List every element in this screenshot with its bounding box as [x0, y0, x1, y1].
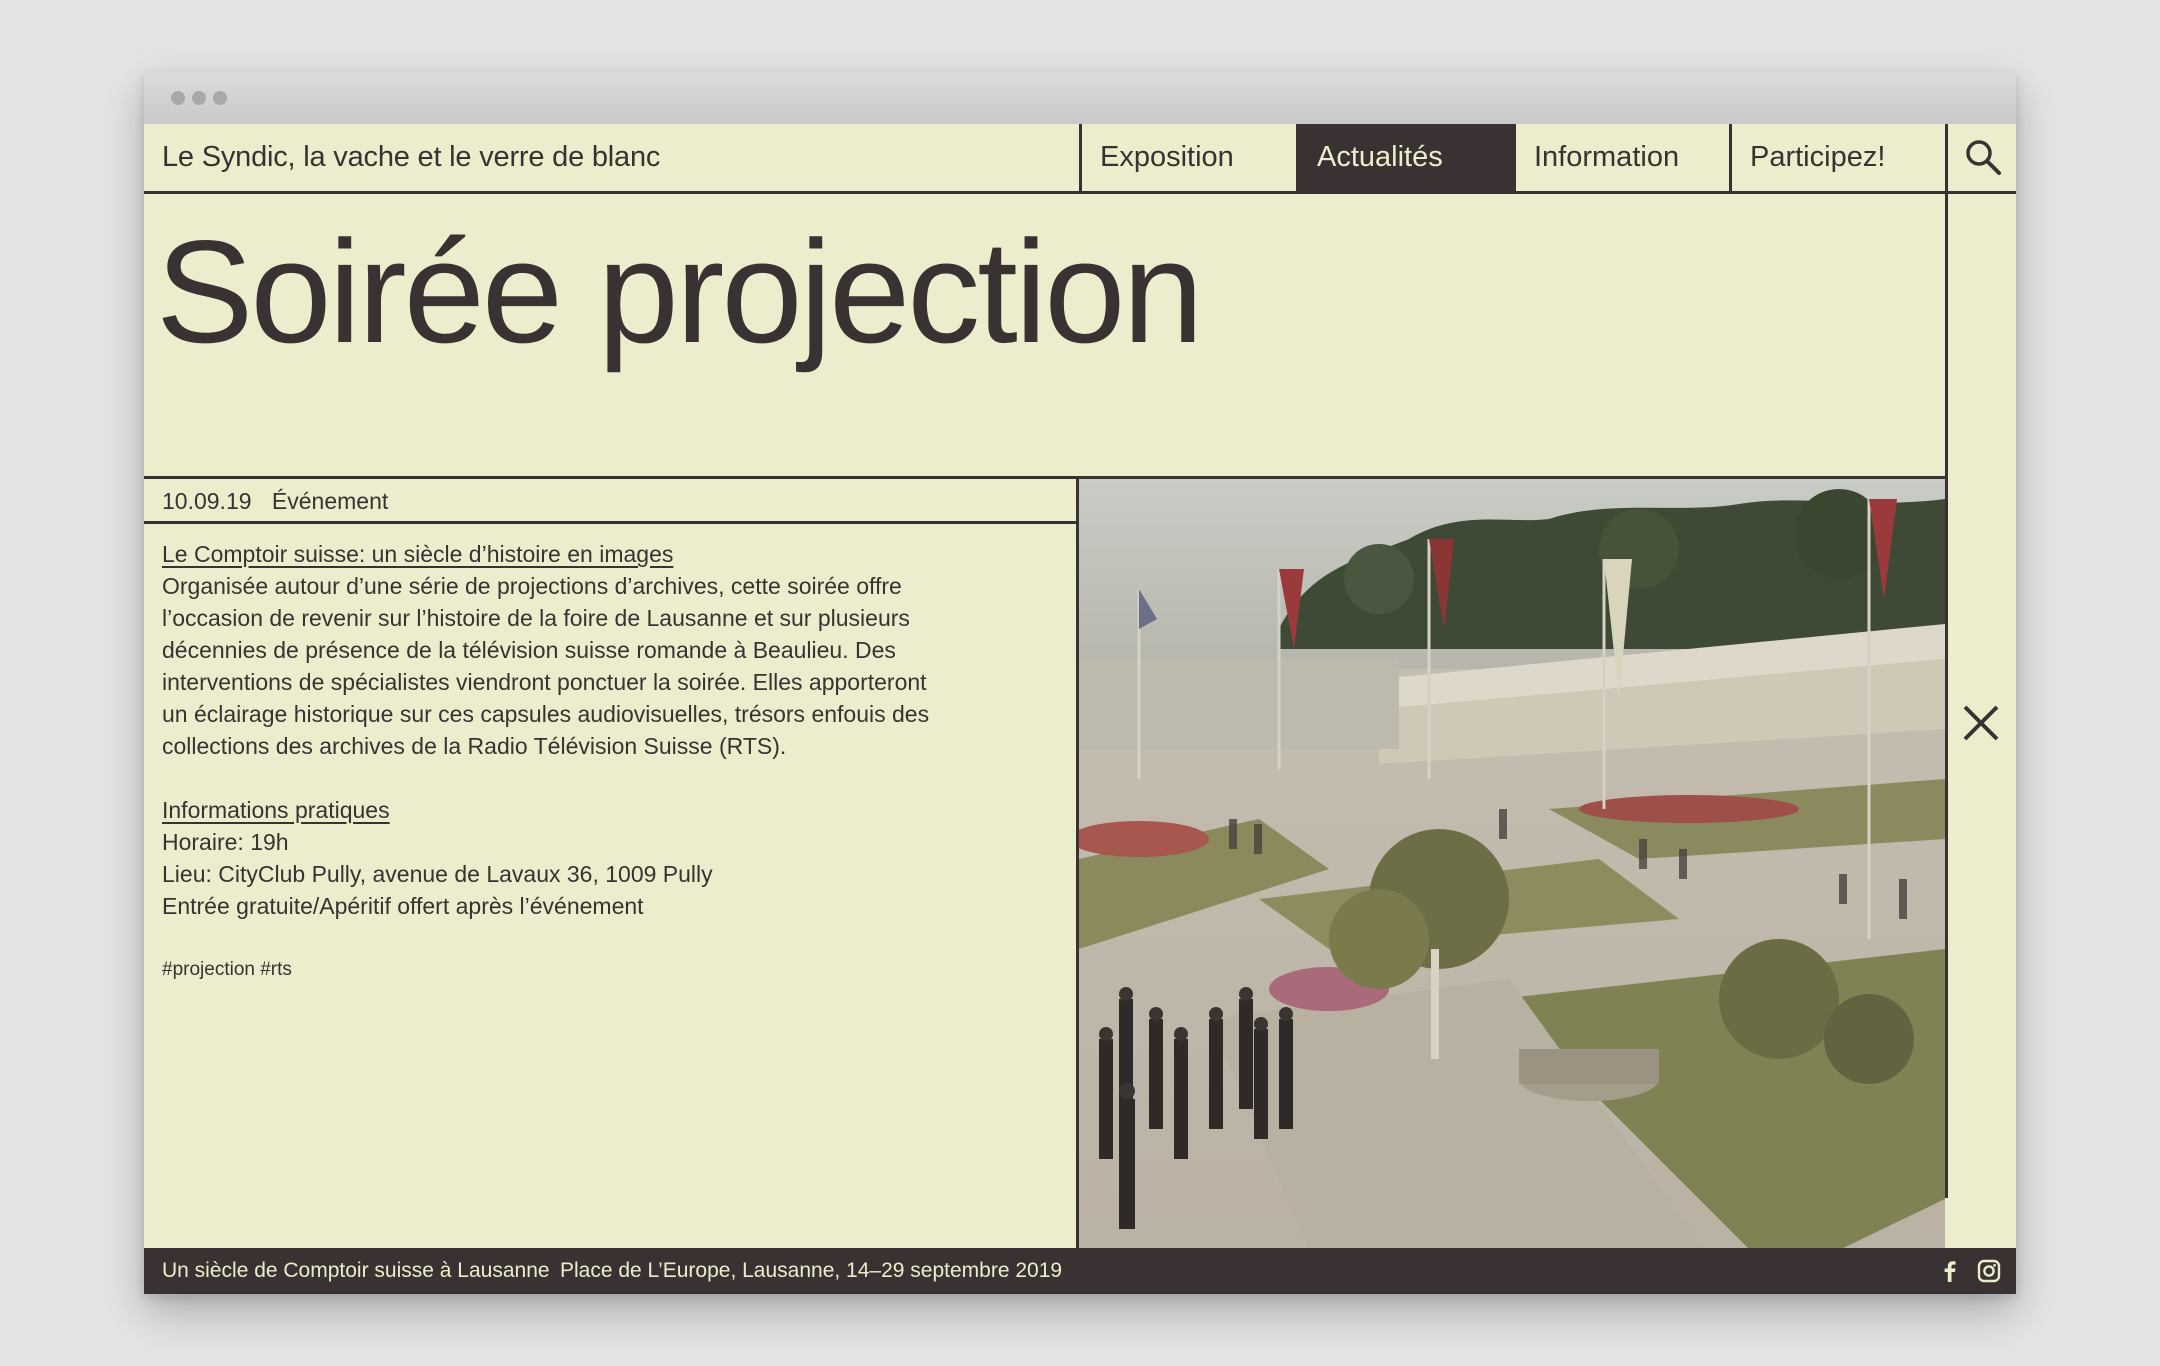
article-photo	[1079, 479, 1945, 1294]
search-button[interactable]	[1945, 124, 2016, 191]
search-icon	[1966, 140, 2001, 175]
instagram-icon[interactable]	[1976, 1258, 2002, 1284]
close-button[interactable]	[1960, 702, 2002, 744]
nav-item-information[interactable]: Information	[1513, 124, 1729, 191]
close-icon	[1963, 705, 1999, 741]
article-category[interactable]: Événement	[272, 488, 388, 514]
body-line: l’occasion de revenir sur l’histoire de …	[162, 605, 910, 631]
body-line: collections des archives de la Radio Tél…	[162, 733, 787, 759]
window-titlebar	[144, 72, 2016, 124]
info-line: Entrée gratuite/Apéritif offert après l’…	[162, 893, 644, 919]
footer-tagline: Un siècle de Comptoir suisse à Lausanne	[162, 1259, 550, 1282]
body-line: un éclairage historique sur ces capsules…	[162, 701, 930, 727]
article-tags[interactable]: #projection #rts	[162, 954, 1042, 986]
info-heading: Informations pratiques	[162, 797, 390, 823]
browser-window: Le Syndic, la vache et le verre de blanc…	[144, 72, 2016, 1294]
info-line: Horaire: 19h	[162, 829, 289, 855]
fair-photo-illustration	[1079, 479, 1945, 1294]
body-line: décennies de présence de la télévision s…	[162, 637, 896, 663]
body-line: Organisée autour d’une série de projecti…	[162, 573, 902, 599]
info-line: Lieu: CityClub Pully, avenue de Lavaux 3…	[162, 861, 713, 887]
footer: Un siècle de Comptoir suisse à Lausanne …	[144, 1248, 2016, 1294]
body-line: interventions de spécialistes viendront …	[162, 669, 927, 695]
window-control-dot[interactable]	[213, 91, 227, 105]
footer-location: Place de L’Europe, Lausanne, 14–29 septe…	[560, 1259, 1063, 1282]
nav-item-exposition[interactable]: Exposition	[1079, 124, 1296, 191]
nav-item-participez[interactable]: Participez!	[1729, 124, 1945, 191]
window-control-dot[interactable]	[192, 91, 206, 105]
site-title[interactable]: Le Syndic, la vache et le verre de blanc	[162, 124, 660, 191]
nav-item-actualites[interactable]: Actualités	[1296, 124, 1513, 191]
article-body: Le Comptoir suisse: un siècle d’histoire…	[162, 538, 1042, 986]
article-panel: Soirée projection 10.09.19 Événement Le …	[144, 194, 1948, 1294]
article-subtitle: Le Comptoir suisse: un siècle d’histoire…	[162, 541, 674, 567]
window-control-dot[interactable]	[171, 91, 185, 105]
page-title: Soirée projection	[156, 210, 1204, 373]
article-date: 10.09.19	[162, 488, 252, 514]
top-navigation: Le Syndic, la vache et le verre de blanc…	[144, 124, 2016, 194]
facebook-icon[interactable]	[1937, 1258, 1963, 1284]
article-meta: 10.09.19 Événement	[144, 479, 1079, 524]
